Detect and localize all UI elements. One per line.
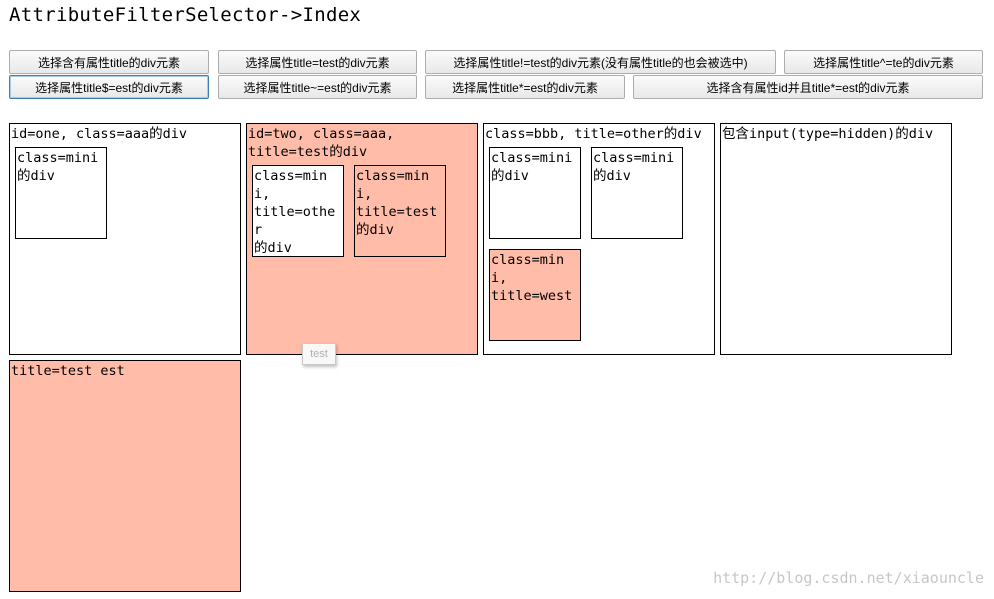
mini-div-label: class=mini, title=test 的div [356, 168, 438, 238]
mini-div-label: class=mini 的div [593, 150, 675, 184]
div-title-test-est: title=test est [9, 360, 241, 592]
select-title-equals-test-button[interactable]: 选择属性title=test的div元素 [218, 50, 417, 74]
select-title-starts-with-te-button[interactable]: 选择属性title^=te的div元素 [784, 50, 983, 74]
div-label: id=two, class=aaa, title=test的div [248, 126, 395, 160]
div-label: id=one, class=aaa的div [11, 126, 188, 142]
select-title-contains-est-button[interactable]: 选择属性title*=est的div元素 [425, 75, 625, 99]
title-tooltip: test [302, 343, 336, 365]
mini-div-title-west: class=mini, title=west [489, 249, 581, 341]
select-title-ends-with-est-button[interactable]: 选择属性title$=est的div元素 [9, 75, 209, 99]
mini-div-title-other: class=mini, title=other 的div [252, 165, 344, 257]
div-label: class=bbb, title=other的div [485, 126, 702, 142]
mini-div-label: class=mini 的div [17, 150, 99, 184]
div-id-one: id=one, class=aaa的div class=mini 的div [9, 123, 241, 355]
div-label: title=test est [11, 363, 125, 379]
mini-div: class=mini 的div [489, 147, 581, 239]
mini-div: class=mini 的div [15, 147, 107, 239]
mini-div: class=mini 的div [591, 147, 683, 239]
div-class-bbb: class=bbb, title=other的div class=mini 的d… [483, 123, 715, 355]
mini-div-label: class=mini, title=west [491, 252, 573, 304]
select-title-not-equals-test-button[interactable]: 选择属性title!=test的div元素(没有属性title的也会被选中) [425, 50, 776, 74]
mini-div-label: class=mini, title=other 的div [254, 168, 336, 256]
select-has-title-button[interactable]: 选择含有属性title的div元素 [9, 50, 209, 74]
select-id-and-title-contains-est-button[interactable]: 选择含有属性id并且title*=est的div元素 [633, 75, 983, 99]
div-id-two: id=two, class=aaa, title=test的div class=… [246, 123, 478, 355]
page-title: AttributeFilterSelector->Index [9, 4, 362, 26]
select-title-contains-word-est-button[interactable]: 选择属性title~=est的div元素 [218, 75, 417, 99]
mini-div-label: class=mini 的div [491, 150, 573, 184]
div-label: 包含input(type=hidden)的div [722, 126, 934, 142]
div-with-hidden-input: 包含input(type=hidden)的div [720, 123, 952, 355]
mini-div-title-test: class=mini, title=test 的div [354, 165, 446, 257]
watermark: http://blog.csdn.net/xiaouncle [713, 569, 984, 587]
